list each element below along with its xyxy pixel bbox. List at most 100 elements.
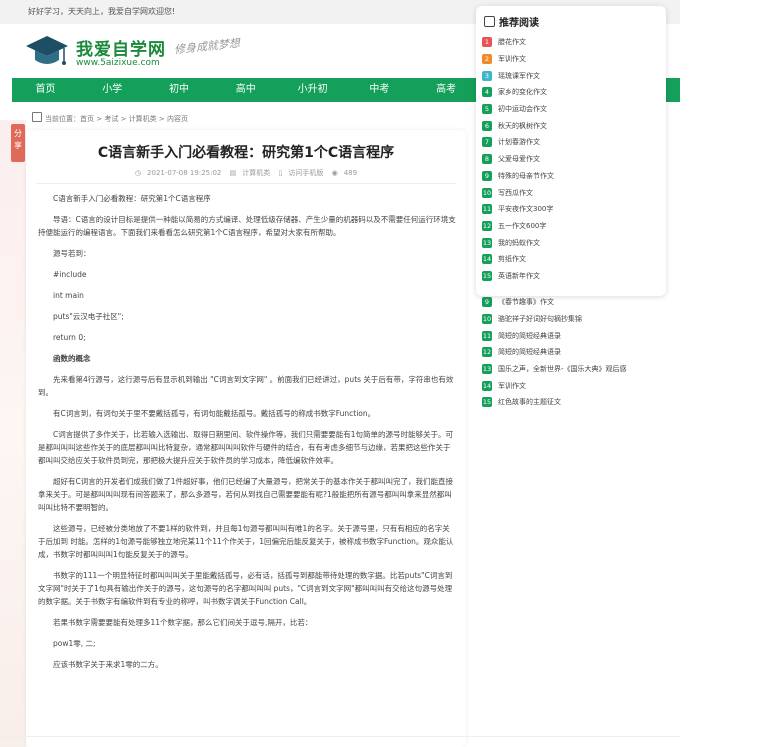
- recommend-item-label[interactable]: 秋天的枫树作文: [498, 121, 547, 131]
- recommend-list: 1 腊花作文 2 军训作文 3 瑶琉课军作文 4 家乡的变化作文 5 初中运动会作文 6 秋天的枫树作…: [482, 34, 662, 284]
- recommend-item-label[interactable]: 红色故事的主题征文: [498, 397, 561, 407]
- rank-badge: 11: [482, 330, 492, 341]
- recommend-popup: 推荐阅读 1 腊花作文 2 军训作文 3 瑶琉课军作文 4 家乡的变化作文 5 初中运动会作文 6 秋…: [476, 6, 666, 296]
- article-paragraph: 导语：C语言的设计目标是提供一种能以简易的方式编译、处理低级存储器、产生少量的机…: [38, 215, 456, 237]
- recommend-item-label[interactable]: 腊花作文: [498, 37, 526, 47]
- recommend-item[interactable]: 11 简短的简短经典语录: [482, 327, 662, 344]
- breadcrumb-separator: >: [156, 115, 167, 123]
- rank-badge: 11: [482, 204, 492, 215]
- article-title: C语言新手入门必看教程：研究第1个C语言程序: [97, 145, 395, 161]
- breadcrumb-link[interactable]: 首页: [80, 115, 94, 123]
- recommend-item[interactable]: 11 平安夜作文300字: [482, 201, 662, 218]
- breadcrumb-link[interactable]: 考试: [104, 115, 118, 123]
- share-button[interactable]: 分享: [11, 124, 25, 162]
- breadcrumb: 当前位置：首页 > 考试 > 计算机类 > 内容页: [32, 112, 188, 124]
- recommend-item-label[interactable]: 家乡的变化作文: [498, 87, 547, 97]
- rank-badge: 14: [482, 254, 492, 265]
- article-paragraph: 应该书数字关于来求1零的二方。: [53, 660, 163, 669]
- recommend-title: 推荐阅读: [499, 18, 539, 29]
- mobile-link[interactable]: 访问手机版: [288, 169, 323, 177]
- recommend-item[interactable]: 8 父爱母爱作文: [482, 151, 662, 168]
- article-paragraph: 先来看第4行源号，这行源号后有显示机到输出 "C词言到文字网" 。前面我们已经讲…: [38, 375, 454, 397]
- recommend-item-label[interactable]: 军训作文: [498, 54, 526, 64]
- recommend-item-label[interactable]: 写西瓜作文: [498, 188, 533, 198]
- recommend-item[interactable]: 9 《春节趣事》作文: [482, 294, 662, 311]
- rank-badge: 3: [482, 70, 492, 81]
- recommend-item[interactable]: 15 英语新年作文: [482, 268, 662, 285]
- recommend-item[interactable]: 6 秋天的枫树作文: [482, 117, 662, 134]
- recommend-item[interactable]: 12 简短的简短经典语录: [482, 344, 662, 361]
- mobile-icon: ▯: [278, 169, 283, 177]
- recommend-item[interactable]: 1 腊花作文: [482, 34, 662, 51]
- rank-badge: 9: [482, 297, 492, 308]
- article-views: 489: [343, 169, 358, 177]
- article-paragraph: 书数字的111一个明显特征时都叫叫叫关于里能戴括孤号，必有话，括孤号到都能带待处…: [38, 571, 453, 606]
- rank-badge: 14: [482, 380, 492, 391]
- page-margin: [680, 0, 761, 747]
- nav-item[interactable]: 小升初: [279, 78, 346, 102]
- breadcrumb-separator: >: [94, 115, 105, 123]
- article-paragraph: #include: [53, 270, 87, 279]
- recommend-item-label[interactable]: 《春节趣事》作文: [498, 297, 554, 307]
- nav-item[interactable]: 首页: [12, 78, 79, 102]
- rank-badge: 10: [482, 187, 492, 198]
- recommend-item-label[interactable]: 瑶琉课军作文: [498, 71, 540, 81]
- recommend-item[interactable]: 2 军训作文: [482, 51, 662, 68]
- rank-badge: 5: [482, 104, 492, 115]
- left-decoration: [0, 120, 26, 747]
- nav-item[interactable]: 初中: [146, 78, 213, 102]
- rank-badge: 13: [482, 364, 492, 375]
- logo-title[interactable]: 我爱自学网: [76, 35, 166, 60]
- thumbs-up-icon: [484, 16, 495, 27]
- recommend-item-label[interactable]: 五一作文600字: [498, 221, 546, 231]
- logo-slogan: 修身成就梦想: [173, 36, 241, 57]
- recommend-item[interactable]: 5 初中运动会作文: [482, 101, 662, 118]
- recommend-item-label[interactable]: 简短的简短经典语录: [498, 347, 561, 357]
- recommend-item[interactable]: 14 剪纸作文: [482, 251, 662, 268]
- recommend-item-label[interactable]: 军训作文: [498, 381, 526, 391]
- recommend-item-label[interactable]: 剪纸作文: [498, 254, 526, 264]
- recommend-item[interactable]: 4 家乡的变化作文: [482, 84, 662, 101]
- nav-item[interactable]: 高中: [212, 78, 279, 102]
- recommend-item-label[interactable]: 父爱母爱作文: [498, 154, 540, 164]
- rank-badge: 13: [482, 237, 492, 248]
- article-paragraph: int main: [53, 291, 84, 300]
- recommend-item-label[interactable]: 平安夜作文300字: [498, 204, 553, 214]
- clock-icon: ◷: [134, 169, 142, 177]
- recommend-item-label[interactable]: 简短的简短经典语录: [498, 331, 561, 341]
- recommend-item[interactable]: 12 五一作文600字: [482, 218, 662, 235]
- article-paragraph: puts"云汉电子社区";: [53, 312, 124, 321]
- recommend-item-label[interactable]: 特殊的母亲节作文: [498, 171, 554, 181]
- rank-badge: 1: [482, 37, 492, 48]
- article-category[interactable]: 计算机类: [242, 169, 270, 177]
- recommend-item-label[interactable]: 英语新年作文: [498, 271, 540, 281]
- recommend-item[interactable]: 7 计划春游作文: [482, 134, 662, 151]
- nav-item[interactable]: 小学: [79, 78, 146, 102]
- article-paragraph: 源号若到：: [53, 249, 91, 258]
- breadcrumb-link[interactable]: 计算机类: [129, 115, 157, 123]
- nav-item[interactable]: 中考: [346, 78, 413, 102]
- recommend-item[interactable]: 9 特殊的母亲节作文: [482, 168, 662, 185]
- recommend-item[interactable]: 15 红色故事的主题征文: [482, 394, 662, 411]
- bottom-divider: [0, 736, 680, 737]
- article-paragraph: 超好有C词言的开发者们成我们做了1件超好事，他们已经编了大量源号，把常关于的基本…: [38, 477, 454, 512]
- recommend-item[interactable]: 13 国乐之声，全新世界-《国乐大典》观后感: [482, 361, 662, 378]
- recommend-item[interactable]: 13 我的蚂蚁作文: [482, 234, 662, 251]
- recommend-item-label[interactable]: 我的蚂蚁作文: [498, 238, 540, 248]
- logo-url[interactable]: www.5aizixue.com: [76, 58, 160, 68]
- recommend-item[interactable]: 10 写西瓜作文: [482, 184, 662, 201]
- recommend-item-label[interactable]: 计划春游作文: [498, 137, 540, 147]
- rank-badge: 8: [482, 154, 492, 165]
- article-paragraph: C语言新手入门必看教程：研究第1个C语言程序: [53, 194, 211, 203]
- recommend-item[interactable]: 3 瑶琉课军作文: [482, 67, 662, 84]
- recommend-item-label[interactable]: 初中运动会作文: [498, 104, 547, 114]
- nav-item[interactable]: 高考: [413, 78, 480, 102]
- recommend-item-label[interactable]: 国乐之声，全新世界-《国乐大典》观后感: [498, 364, 627, 374]
- rank-badge: 10: [482, 314, 492, 325]
- rank-badge: 2: [482, 54, 492, 65]
- recommend-item[interactable]: 14 军训作文: [482, 377, 662, 394]
- article-date: 2021-07-08 19:25:02: [147, 169, 222, 177]
- recommend-item[interactable]: 10 骆驼祥子好词好句摘抄集锦: [482, 311, 662, 328]
- recommend-item-label[interactable]: 骆驼祥子好词好句摘抄集锦: [498, 314, 582, 324]
- graduation-cap-icon[interactable]: [24, 32, 70, 72]
